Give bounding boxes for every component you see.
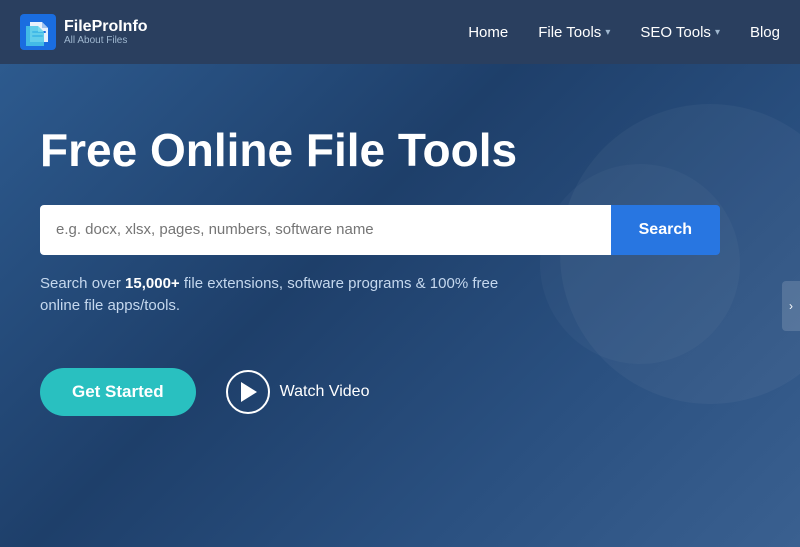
get-started-button[interactable]: Get Started bbox=[40, 368, 196, 416]
file-logo-icon bbox=[20, 14, 56, 50]
navbar: FileProInfo All About Files Home File To… bbox=[0, 0, 800, 64]
watch-video-label: Watch Video bbox=[280, 383, 370, 401]
logo-text: FileProInfo All About Files bbox=[64, 18, 148, 47]
search-input[interactable] bbox=[40, 205, 611, 255]
play-button-circle[interactable] bbox=[226, 370, 270, 414]
hero-section: Free Online File Tools Search Search ove… bbox=[0, 64, 800, 547]
chevron-down-icon: ▾ bbox=[605, 27, 610, 38]
scroll-arrow-icon: › bbox=[789, 299, 793, 313]
chevron-down-icon: ▾ bbox=[715, 27, 720, 38]
hero-title: Free Online File Tools bbox=[40, 124, 760, 177]
cta-container: Get Started Watch Video bbox=[40, 368, 760, 416]
search-description: Search over 15,000+ file extensions, sof… bbox=[40, 273, 540, 318]
search-button[interactable]: Search bbox=[611, 205, 720, 255]
nav-file-tools[interactable]: File Tools ▾ bbox=[538, 24, 610, 41]
nav-home[interactable]: Home bbox=[468, 24, 508, 41]
watch-video-button[interactable]: Watch Video bbox=[226, 370, 370, 414]
play-icon bbox=[241, 382, 257, 402]
nav-links: Home File Tools ▾ SEO Tools ▾ Blog bbox=[468, 24, 780, 41]
logo-title: FileProInfo bbox=[64, 18, 148, 36]
search-container: Search bbox=[40, 205, 720, 255]
logo[interactable]: FileProInfo All About Files bbox=[20, 14, 148, 50]
nav-blog[interactable]: Blog bbox=[750, 24, 780, 41]
scroll-indicator[interactable]: › bbox=[782, 281, 800, 331]
logo-subtitle: All About Files bbox=[64, 35, 148, 46]
nav-seo-tools[interactable]: SEO Tools ▾ bbox=[640, 24, 720, 41]
